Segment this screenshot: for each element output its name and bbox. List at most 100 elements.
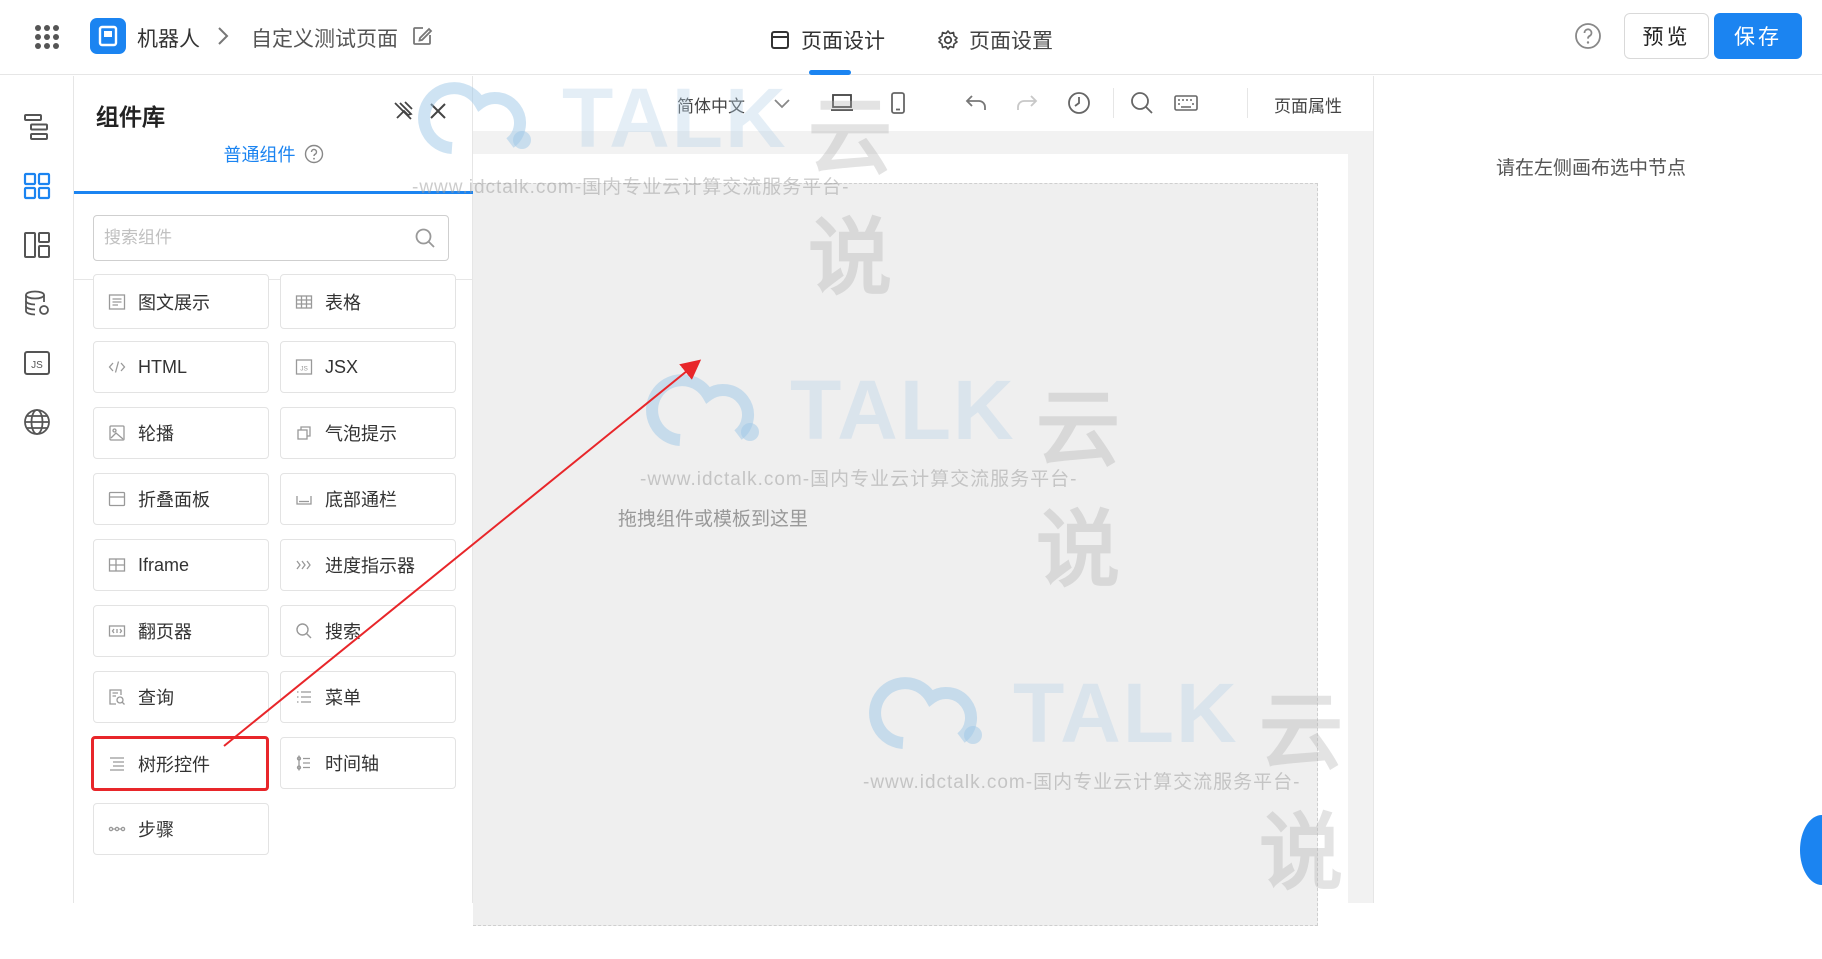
chevron-right-icon bbox=[218, 27, 229, 45]
component-search[interactable] bbox=[93, 215, 449, 261]
history-icon[interactable] bbox=[1066, 90, 1092, 116]
undo-icon[interactable] bbox=[963, 90, 989, 116]
component-item-menu[interactable]: 菜单 bbox=[280, 671, 456, 723]
iframe-icon bbox=[108, 558, 126, 572]
collapse-icon bbox=[108, 491, 126, 507]
component-label: HTML bbox=[138, 356, 187, 377]
component-item-html[interactable]: HTML bbox=[93, 341, 269, 393]
component-label: 树形控件 bbox=[138, 754, 210, 775]
keyboard-icon[interactable] bbox=[1173, 90, 1199, 116]
breadcrumb-app-name[interactable]: 机器人 bbox=[137, 23, 200, 53]
footer-bar-icon bbox=[296, 496, 312, 505]
drop-zone[interactable] bbox=[473, 183, 1318, 926]
help-icon[interactable] bbox=[1574, 22, 1602, 50]
component-label: 轮播 bbox=[138, 424, 174, 444]
mobile-view-icon[interactable] bbox=[885, 90, 911, 116]
component-label: 搜索 bbox=[325, 622, 361, 642]
menu-icon bbox=[297, 691, 311, 703]
search-icon bbox=[296, 623, 312, 639]
js-code-icon[interactable]: JS bbox=[22, 348, 52, 378]
component-item-pager[interactable]: 翻页器 bbox=[93, 605, 269, 657]
search-input[interactable] bbox=[102, 216, 406, 260]
top-header: 机器人 自定义测试页面 页面设计 页面设置 预览 保存 bbox=[0, 0, 1822, 75]
tab-page-settings[interactable]: 页面设置 bbox=[937, 20, 1053, 60]
component-item-iframe[interactable]: Iframe bbox=[93, 539, 269, 591]
tab-page-design[interactable]: 页面设计 bbox=[769, 20, 885, 60]
toolbar-divider bbox=[1113, 88, 1114, 118]
tab-common-components-label: 普通组件 bbox=[223, 145, 296, 165]
help-icon[interactable] bbox=[304, 144, 324, 164]
component-label: 表格 bbox=[325, 292, 361, 313]
component-item-jsx[interactable]: JS JSX bbox=[280, 341, 456, 393]
component-item-carousel[interactable]: 轮播 bbox=[93, 407, 269, 459]
layout-icon bbox=[771, 31, 789, 49]
app-grid-icon[interactable] bbox=[34, 24, 60, 50]
popover-icon bbox=[297, 426, 311, 440]
page-properties-button[interactable]: 页面属性 bbox=[1274, 92, 1342, 117]
gear-icon bbox=[938, 30, 958, 50]
component-label: 步骤 bbox=[138, 820, 174, 840]
component-label: 图文展示 bbox=[138, 292, 210, 313]
component-item-query[interactable]: 查询 bbox=[93, 671, 269, 723]
svg-text:JS: JS bbox=[31, 360, 43, 371]
search-icon[interactable] bbox=[1129, 90, 1155, 116]
breadcrumb-page-name: 自定义测试页面 bbox=[251, 28, 398, 51]
edit-icon[interactable] bbox=[411, 25, 433, 47]
component-library-panel: 组件库 普通组件 图文展示 表格 HTML JS JSX 轮播 气泡提示 折叠面… bbox=[74, 76, 473, 903]
code-icon bbox=[108, 361, 126, 373]
timeline-icon bbox=[296, 755, 310, 771]
drop-hint: 拖拽组件或模板到这里 bbox=[618, 509, 809, 530]
layout-panels-icon[interactable] bbox=[22, 230, 52, 260]
search-icon[interactable] bbox=[414, 227, 436, 249]
jsx-icon: JS bbox=[295, 359, 313, 375]
panel-title: 组件库 bbox=[96, 104, 165, 130]
desktop-view-icon[interactable] bbox=[829, 90, 855, 116]
properties-panel: 请在左侧画布选中节点 bbox=[1373, 76, 1822, 903]
component-label: 进度指示器 bbox=[325, 556, 415, 576]
canvas-toolbar: 简体中文 页面属性 bbox=[473, 76, 1373, 131]
chevron-down-icon[interactable] bbox=[769, 90, 795, 116]
component-item-text-image[interactable]: 图文展示 bbox=[93, 274, 269, 329]
text-image-icon bbox=[108, 293, 126, 310]
progress-icon bbox=[296, 560, 311, 570]
tab-common-components[interactable]: 普通组件 bbox=[74, 134, 473, 174]
language-select[interactable]: 简体中文 bbox=[677, 92, 745, 117]
component-item-search[interactable]: 搜索 bbox=[280, 605, 456, 657]
close-icon[interactable] bbox=[428, 101, 448, 121]
globe-icon[interactable] bbox=[22, 407, 52, 437]
toolbar-divider bbox=[1247, 88, 1248, 118]
component-label: JSX bbox=[325, 356, 359, 377]
tab-page-design-label: 页面设计 bbox=[801, 30, 885, 53]
component-item-timeline[interactable]: 时间轴 bbox=[280, 737, 456, 789]
pager-icon bbox=[108, 625, 126, 637]
tab-page-settings-label: 页面设置 bbox=[969, 30, 1053, 53]
robot-app-icon bbox=[90, 18, 126, 54]
design-canvas-area: 简体中文 页面属性 拖拽组件或模板到这里 bbox=[473, 76, 1373, 959]
component-item-progress[interactable]: 进度指示器 bbox=[280, 539, 456, 591]
outline-tree-icon[interactable] bbox=[22, 112, 52, 142]
component-label: 查询 bbox=[138, 688, 174, 708]
component-label: 菜单 bbox=[325, 688, 361, 708]
components-icon[interactable] bbox=[22, 171, 52, 201]
component-item-tree[interactable]: 树形控件 bbox=[91, 736, 269, 791]
active-tab-indicator bbox=[809, 70, 851, 75]
carousel-icon bbox=[109, 425, 125, 441]
tree-icon bbox=[110, 756, 124, 771]
props-empty-hint: 请在左侧画布选中节点 bbox=[1496, 158, 1687, 179]
component-item-collapse[interactable]: 折叠面板 bbox=[93, 473, 269, 525]
left-icon-rail: JS bbox=[0, 76, 74, 903]
component-item-table[interactable]: 表格 bbox=[280, 274, 456, 329]
component-label: 气泡提示 bbox=[325, 424, 397, 444]
component-label: 底部通栏 bbox=[325, 490, 397, 510]
save-button[interactable]: 保存 bbox=[1714, 13, 1802, 59]
preview-button[interactable]: 预览 bbox=[1624, 13, 1709, 59]
datasource-icon[interactable] bbox=[22, 289, 52, 319]
component-label: 翻页器 bbox=[138, 622, 192, 642]
component-item-steps[interactable]: 步骤 bbox=[93, 803, 269, 855]
component-item-popover[interactable]: 气泡提示 bbox=[280, 407, 456, 459]
redo-icon[interactable] bbox=[1014, 90, 1040, 116]
pin-icon[interactable] bbox=[392, 100, 414, 122]
component-label: 折叠面板 bbox=[138, 490, 210, 510]
svg-text:JS: JS bbox=[300, 366, 308, 373]
component-item-footer-bar[interactable]: 底部通栏 bbox=[280, 473, 456, 525]
